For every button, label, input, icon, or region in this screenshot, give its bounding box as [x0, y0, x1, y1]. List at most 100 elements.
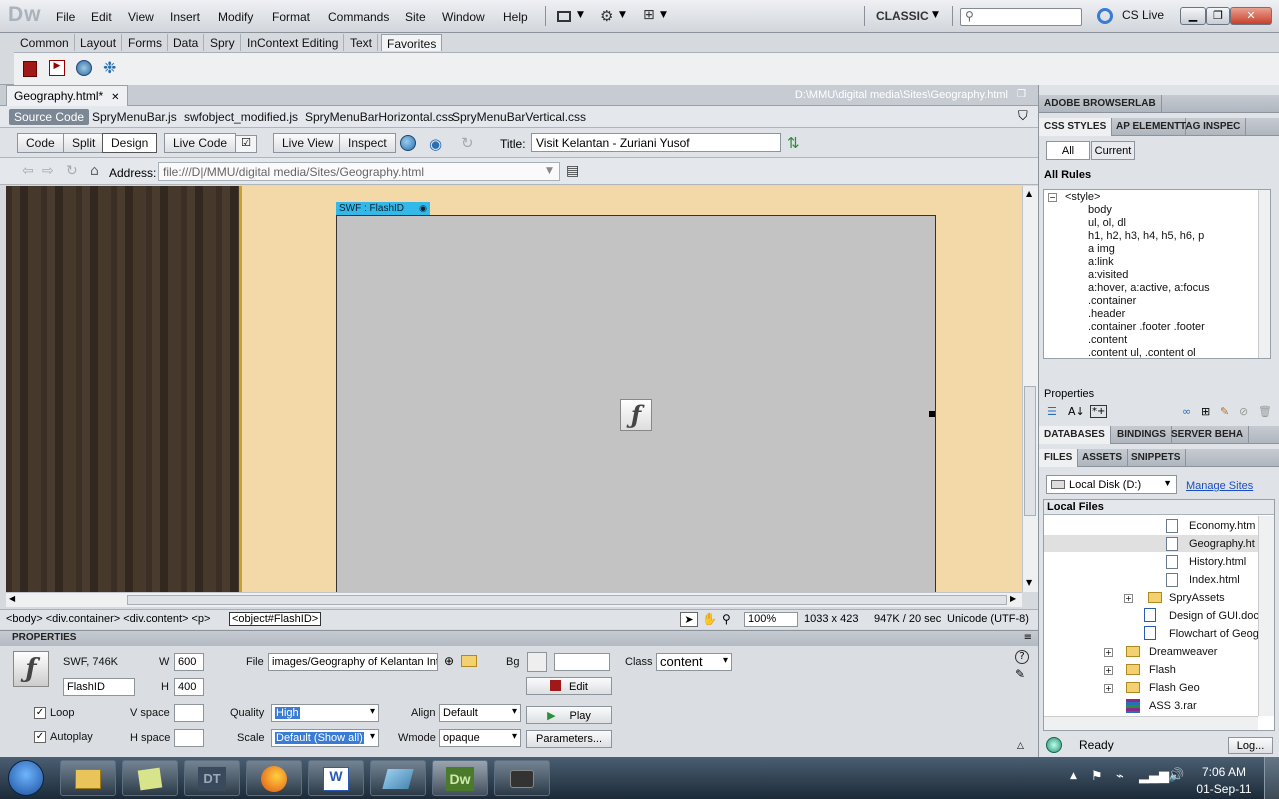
hand-tool-icon[interactable]: ✋	[702, 612, 717, 626]
tab-snippets[interactable]: SNIPPETS	[1126, 449, 1187, 467]
menu-help[interactable]: Help	[503, 10, 528, 24]
help-icon[interactable]: ?	[1015, 650, 1029, 664]
system-clock[interactable]: 7:06 AM 01-Sep-11	[1196, 765, 1252, 796]
swf-object-placeholder[interactable]: ƒ	[336, 215, 936, 592]
document-title-input[interactable]: Visit Kelantan - Zuriani Yusof	[531, 133, 781, 152]
check-browser-icon[interactable]: ☑	[235, 135, 257, 153]
design-view-canvas[interactable]: SWF : FlashID ◉ ƒ	[6, 186, 1022, 592]
log-button[interactable]: Log...	[1228, 737, 1273, 754]
power-icon[interactable]: ⌁	[1116, 769, 1124, 784]
volume-icon[interactable]: 🔊	[1168, 768, 1184, 783]
action-center-icon[interactable]: ⚑	[1091, 769, 1103, 784]
refresh-icon[interactable]: ↻	[66, 163, 78, 179]
width-input[interactable]: 600	[174, 653, 204, 671]
tab-files[interactable]: FILES	[1039, 449, 1079, 467]
css-rule[interactable]: .container	[1088, 295, 1136, 307]
scrollbar-thumb[interactable]	[1024, 386, 1036, 516]
gear-icon[interactable]: ⚙	[600, 7, 613, 25]
folder-item[interactable]: Dreamweaver	[1149, 646, 1217, 658]
scroll-left-icon[interactable]: ◀	[9, 594, 15, 603]
related-file[interactable]: SpryMenuBarHorizontal.css	[305, 110, 454, 124]
menu-window[interactable]: Window	[442, 10, 485, 24]
menu-view[interactable]: View	[128, 10, 154, 24]
select-tool-icon[interactable]: ➤	[680, 612, 698, 627]
edit-button[interactable]: Edit	[526, 677, 612, 695]
site-select[interactable]: Local Disk (D:) ▼	[1046, 475, 1177, 494]
split-view-button[interactable]: Split	[63, 133, 105, 153]
set-properties-icon[interactable]: *+	[1090, 405, 1108, 418]
file-management-icon[interactable]: ⇅	[787, 134, 800, 152]
menu-edit[interactable]: Edit	[91, 10, 112, 24]
live-view-button[interactable]: Live View	[273, 133, 343, 153]
site-map-icon[interactable]: ⊞	[643, 7, 655, 23]
network-icon[interactable]: ▂▄▆	[1139, 769, 1169, 784]
design-view-button[interactable]: Design	[102, 133, 158, 153]
start-button[interactable]	[8, 760, 44, 796]
swf-id-input[interactable]: FlashID	[63, 678, 135, 696]
menu-insert[interactable]: Insert	[170, 10, 200, 24]
forward-icon[interactable]: ⇨	[42, 163, 54, 179]
chevron-down-icon[interactable]: ▼	[577, 10, 584, 20]
refresh-icon[interactable]: ↻	[461, 134, 474, 152]
file-item[interactable]: Design of GUI.doc	[1169, 610, 1259, 622]
show-desktop-button[interactable]	[1264, 757, 1279, 799]
zoom-tool-icon[interactable]: ⚲	[722, 612, 731, 626]
alphabetical-view-icon[interactable]: A↓	[1068, 405, 1085, 418]
related-file[interactable]: SpryMenuBar.js	[92, 110, 177, 124]
edit-rule-icon[interactable]: ✎	[1220, 405, 1229, 418]
wmode-select[interactable]: opaque	[439, 729, 521, 747]
all-mode-button[interactable]: All	[1046, 141, 1090, 160]
file-item[interactable]: Index.html	[1189, 574, 1240, 586]
manage-sites-link[interactable]: Manage Sites	[1186, 480, 1253, 492]
css-rule[interactable]: ul, ol, dl	[1088, 217, 1126, 229]
current-mode-button[interactable]: Current	[1091, 141, 1135, 160]
vertical-scrollbar[interactable]: ▲ ▼	[1022, 186, 1038, 592]
related-file[interactable]: swfobject_modified.js	[184, 110, 298, 124]
expand-icon[interactable]: +	[1124, 594, 1133, 603]
search-input[interactable]: ⚲	[960, 8, 1082, 26]
home-icon[interactable]: ⌂	[90, 163, 99, 179]
source-code-tab[interactable]: Source Code	[9, 109, 90, 125]
window-size[interactable]: 1033 x 423	[804, 613, 858, 625]
scale-select[interactable]: Default (Show all)	[271, 729, 379, 747]
css-rule[interactable]: .content	[1088, 334, 1127, 346]
category-view-icon[interactable]: ☰	[1047, 405, 1057, 418]
rules-scrollbar[interactable]	[1258, 190, 1270, 358]
scrollbar-thumb[interactable]	[127, 595, 1007, 605]
css-rule[interactable]: .header	[1088, 308, 1125, 320]
flash-insert-icon[interactable]	[23, 61, 37, 77]
loop-checkbox[interactable]: ✓	[34, 707, 46, 719]
tab-assets[interactable]: ASSETS	[1077, 449, 1129, 467]
css-rule[interactable]: body	[1088, 204, 1112, 216]
folder-item[interactable]: Flash Geo	[1149, 682, 1200, 694]
menu-modify[interactable]: Modify	[218, 10, 253, 24]
chevron-down-icon[interactable]: ▼	[546, 166, 553, 176]
restore-document-icon[interactable]: ❐	[1017, 89, 1026, 100]
image-insert-icon[interactable]	[76, 60, 92, 76]
css-rule[interactable]: a:visited	[1088, 269, 1128, 281]
tab-server-behaviors[interactable]: SERVER BEHA	[1166, 426, 1250, 444]
show-hidden-icons[interactable]: ▲	[1070, 771, 1077, 781]
scroll-down-icon[interactable]: ▼	[1026, 578, 1032, 587]
chevron-down-icon[interactable]: ▼	[619, 10, 626, 20]
quick-tag-editor-icon[interactable]: ✎	[1015, 667, 1025, 681]
menu-format[interactable]: Format	[272, 10, 310, 24]
visual-aids-icon[interactable]: ◉	[429, 135, 442, 153]
panel-menu-icon[interactable]: ≡	[1024, 632, 1032, 643]
height-input[interactable]: 400	[174, 678, 204, 696]
zoom-select[interactable]: 100%	[744, 612, 798, 627]
menu-file[interactable]: File	[56, 10, 75, 24]
tab-incontext-editing[interactable]: InContext Editing	[242, 34, 345, 51]
camera-taskbar-button[interactable]	[494, 760, 550, 796]
preview-browser-icon[interactable]	[400, 135, 416, 151]
expand-icon[interactable]: +	[1104, 666, 1113, 675]
bg-color-swatch[interactable]	[527, 652, 547, 672]
css-rule[interactable]: a:link	[1088, 256, 1114, 268]
filter-icon[interactable]: ⛉	[1018, 109, 1028, 124]
style-node[interactable]: <style>	[1065, 191, 1100, 203]
css-rule[interactable]: .container .footer .footer	[1088, 321, 1205, 333]
attach-stylesheet-icon[interactable]: ∞	[1182, 405, 1191, 418]
menu-commands[interactable]: Commands	[328, 10, 389, 24]
disable-icon[interactable]: ⊘	[1239, 405, 1248, 418]
browser-options-icon[interactable]: ▤	[566, 163, 579, 179]
